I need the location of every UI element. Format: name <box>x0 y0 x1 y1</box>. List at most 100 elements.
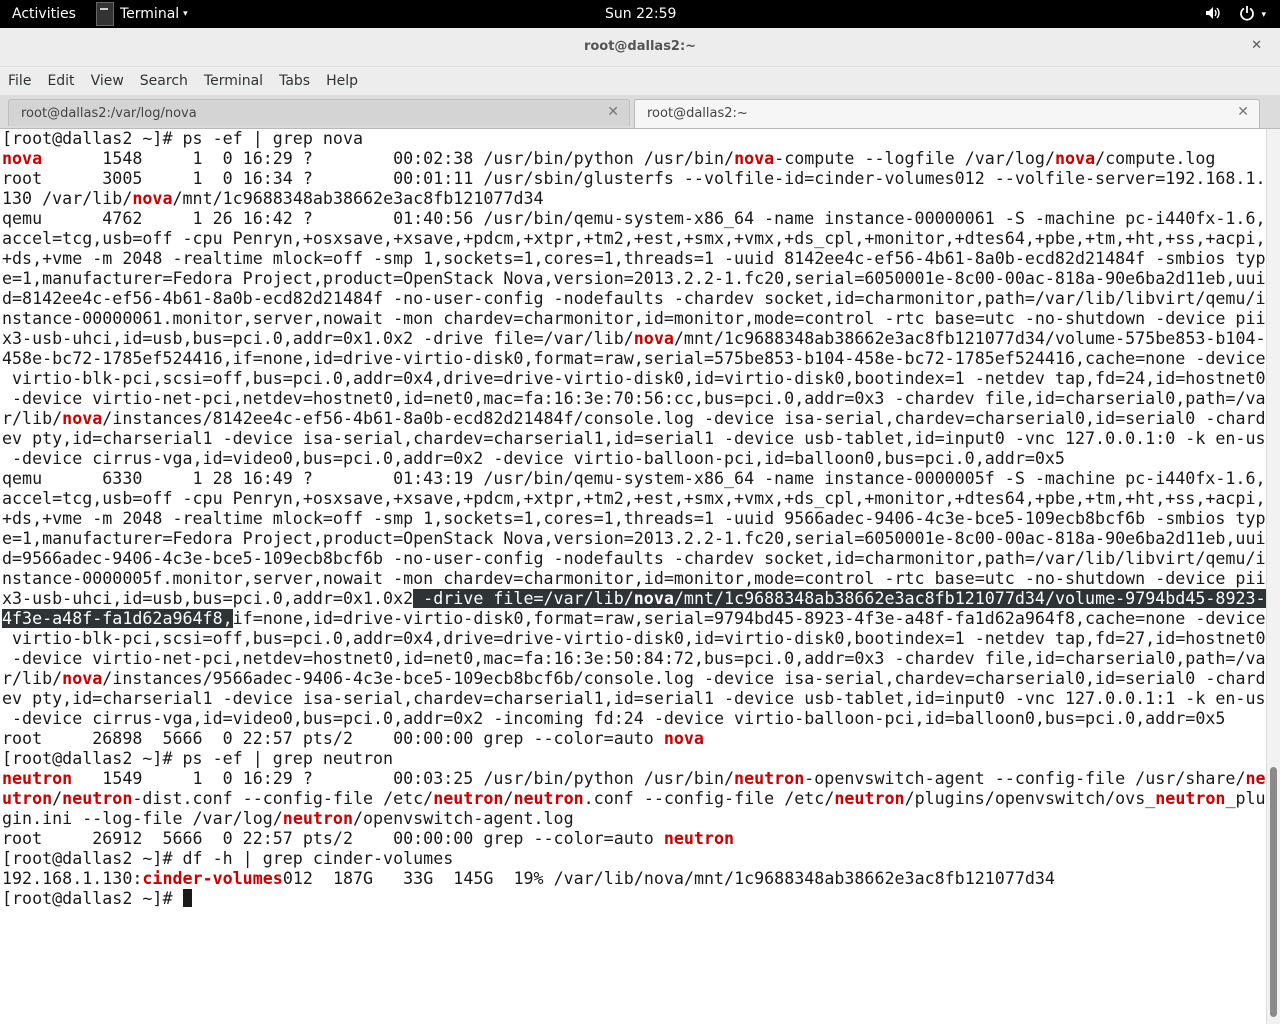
grep-match: neutron <box>513 789 584 808</box>
app-menu[interactable]: Terminal ▾ <box>96 0 188 28</box>
tab-label: root@dallas2:~ <box>647 106 748 121</box>
scrollbar-thumb[interactable] <box>1270 767 1277 1017</box>
clock[interactable]: Sun 22:59 <box>605 6 676 22</box>
terminal-text: /instances/9566adec-9406-4c3e-bce5-109ec… <box>102 669 1266 688</box>
terminal-line: -device virtio-net-pci,netdev=hostnet0,i… <box>2 649 1268 669</box>
grep-match: nova <box>132 189 173 208</box>
terminal-text: +ds,+vme -m 2048 -realtime mlock=off -sm… <box>2 249 1266 268</box>
grep-match: nova <box>663 729 704 748</box>
activities-button[interactable]: Activities <box>12 6 76 22</box>
terminal-text: qemu 4762 1 26 16:42 ? 01:40:56 /usr/bin… <box>2 209 1266 228</box>
grep-match: utron <box>2 789 53 808</box>
terminal-text: virtio-blk-pci,scsi=off,bus=pci.0,addr=0… <box>2 369 1266 388</box>
terminal-text: -device virtio-net-pci,netdev=hostnet0,i… <box>2 649 1266 668</box>
menu-edit[interactable]: Edit <box>39 73 82 89</box>
terminal-text: root 26912 5666 0 22:57 pts/2 00:00:00 g… <box>2 829 664 848</box>
terminal-text: accel=tcg,usb=off -cpu Penryn,+osxsave,+… <box>2 489 1266 508</box>
terminal-text: r/lib/ <box>2 669 63 688</box>
terminal-line: d=8142ee4c-ef56-4b61-8a0b-ecd82d21484f -… <box>2 289 1268 309</box>
terminal-text: nstance-00000061.monitor,server,nowait -… <box>2 309 1266 328</box>
window-title: root@dallas2:~ <box>583 39 697 54</box>
terminal-text: gin.ini --log-file /var/log/ <box>2 809 283 828</box>
terminal-text: -compute --logfile /var/log/ <box>774 149 1055 168</box>
terminal-text: x3-usb-uhci,id=usb,bus=pci.0,addr=0x1.0x… <box>2 589 414 608</box>
terminal-text: d=8142ee4c-ef56-4b61-8a0b-ecd82d21484f -… <box>2 289 1266 308</box>
terminal-line: ev pty,id=charserial1 -device isa-serial… <box>2 429 1268 449</box>
grep-match: nova <box>2 149 43 168</box>
window-titlebar[interactable]: root@dallas2:~ ✕ <box>0 28 1280 67</box>
terminal-line: e=1,manufacturer=Fedora Project,product=… <box>2 529 1268 549</box>
text-cursor <box>182 889 192 907</box>
terminal-scrollbar[interactable] <box>1266 129 1280 1024</box>
terminal-line: nstance-0000005f.monitor,server,nowait -… <box>2 569 1268 589</box>
grep-match: neutron <box>734 769 805 788</box>
terminal-line: 4f3e-a48f-fa1d62a964f8,if=none,id=drive-… <box>2 609 1268 629</box>
terminal-text: ev pty,id=charserial1 -device isa-serial… <box>2 429 1266 448</box>
terminal-line: virtio-blk-pci,scsi=off,bus=pci.0,addr=0… <box>2 629 1268 649</box>
close-tab-icon[interactable]: ✕ <box>607 104 619 120</box>
power-icon[interactable] <box>1239 5 1255 25</box>
tab-var-log-nova[interactable]: root@dallas2:/var/log/nova ✕ <box>8 99 630 126</box>
terminal-prompt-line[interactable]: [root@dallas2 ~]# <box>2 889 1268 909</box>
terminal-line: root 26898 5666 0 22:57 pts/2 00:00:00 g… <box>2 729 1268 749</box>
terminal-text: /mnt/1c9688348ab38662e3ac8fb121077d34 <box>172 189 544 208</box>
grep-match: nova <box>734 149 775 168</box>
terminal-text: -openvswitch-agent --config-file /usr/sh… <box>804 769 1246 788</box>
grep-match: nova <box>633 589 674 608</box>
terminal-text: /mnt/1c9688348ab38662e3ac8fb121077d34/vo… <box>673 329 1266 348</box>
terminal-line: qemu 6330 1 28 16:49 ? 01:43:19 /usr/bin… <box>2 469 1268 489</box>
tab-home[interactable]: root@dallas2:~ ✕ <box>634 99 1260 128</box>
terminal-text: 012 187G 33G 145G 19% /var/lib/nova/mnt/… <box>282 869 1055 888</box>
terminal-line: root 26912 5666 0 22:57 pts/2 00:00:00 g… <box>2 829 1268 849</box>
menu-bar: File Edit View Search Terminal Tabs Help <box>0 67 1280 95</box>
terminal-text: /openvswitch-agent.log <box>353 809 574 828</box>
terminal-line: [root@dallas2 ~]# df -h | grep cinder-vo… <box>2 849 1268 869</box>
terminal-line: e=1,manufacturer=Fedora Project,product=… <box>2 269 1268 289</box>
terminal-line: x3-usb-uhci,id=usb,bus=pci.0,addr=0x1.0x… <box>2 329 1268 349</box>
terminal-text: -device virtio-net-pci,netdev=hostnet0,i… <box>2 389 1266 408</box>
grep-match: neutron <box>663 829 735 848</box>
close-tab-icon[interactable]: ✕ <box>1237 104 1249 120</box>
terminal-text: [root@dallas2 ~]# df -h | grep cinder-vo… <box>2 849 454 868</box>
system-tray[interactable]: ▾ <box>1205 5 1266 25</box>
chevron-down-icon[interactable]: ▾ <box>1261 10 1266 20</box>
menu-tabs[interactable]: Tabs <box>271 73 318 89</box>
terminal-line: x3-usb-uhci,id=usb,bus=pci.0,addr=0x1.0x… <box>2 589 1268 609</box>
terminal-text: x3-usb-uhci,id=usb,bus=pci.0,addr=0x1.0x… <box>2 329 634 348</box>
terminal-text: nstance-0000005f.monitor,server,nowait -… <box>2 569 1266 588</box>
terminal-line: nstance-00000061.monitor,server,nowait -… <box>2 309 1268 329</box>
terminal-text: /instances/8142ee4c-ef56-4b61-8a0b-ecd82… <box>102 409 1266 428</box>
terminal-line: neutron 1549 1 0 16:29 ? 00:03:25 /usr/b… <box>2 769 1268 789</box>
terminal-text: root 3005 1 0 16:34 ? 00:01:11 /usr/sbin… <box>2 169 1266 188</box>
terminal-line: utron/neutron-dist.conf --config-file /e… <box>2 789 1268 809</box>
terminal-line: root 3005 1 0 16:34 ? 00:01:11 /usr/sbin… <box>2 169 1268 189</box>
menu-file[interactable]: File <box>0 73 39 89</box>
terminal-line: -device cirrus-vga,id=video0,bus=pci.0,a… <box>2 449 1268 469</box>
close-window-icon[interactable]: ✕ <box>1251 38 1262 53</box>
terminal-text: -dist.conf --config-file /etc/ <box>132 789 434 808</box>
terminal-line: +ds,+vme -m 2048 -realtime mlock=off -sm… <box>2 249 1268 269</box>
terminal-line: d=9566adec-9406-4c3e-bce5-109ecb8bcf6b -… <box>2 549 1268 569</box>
gnome-top-bar: Activities Terminal ▾ Sun 22:59 ▾ <box>0 0 1280 28</box>
menu-terminal[interactable]: Terminal <box>196 73 271 89</box>
grep-match: nova <box>62 409 103 428</box>
terminal-text: root 26898 5666 0 22:57 pts/2 00:00:00 g… <box>2 729 664 748</box>
terminal-line: -device virtio-net-pci,netdev=hostnet0,i… <box>2 389 1268 409</box>
terminal-text: [root@dallas2 ~]# ps -ef | grep neutron <box>2 749 394 768</box>
terminal-text: +ds,+vme -m 2048 -realtime mlock=off -sm… <box>2 509 1266 528</box>
tab-label: root@dallas2:/var/log/nova <box>21 106 197 121</box>
menu-search[interactable]: Search <box>132 73 196 89</box>
app-menu-label: Terminal <box>120 6 180 22</box>
terminal-text: d=9566adec-9406-4c3e-bce5-109ecb8bcf6b -… <box>2 549 1266 568</box>
terminal-line: 192.168.1.130:cinder-volumes012 187G 33G… <box>2 869 1268 889</box>
terminal-output[interactable]: [root@dallas2 ~]# ps -ef | grep nova nova… <box>0 129 1268 1024</box>
terminal-line: accel=tcg,usb=off -cpu Penryn,+osxsave,+… <box>2 489 1268 509</box>
terminal-line: nova 1548 1 0 16:29 ? 00:02:38 /usr/bin/… <box>2 149 1268 169</box>
volume-icon[interactable] <box>1205 6 1221 24</box>
terminal-text: e=1,manufacturer=Fedora Project,product=… <box>2 269 1266 288</box>
menu-view[interactable]: View <box>83 73 132 89</box>
menu-help[interactable]: Help <box>318 73 366 89</box>
grep-match: neutron <box>282 809 353 828</box>
chevron-down-icon: ▾ <box>183 9 188 19</box>
terminal-text: 130 /var/lib/ <box>2 189 133 208</box>
